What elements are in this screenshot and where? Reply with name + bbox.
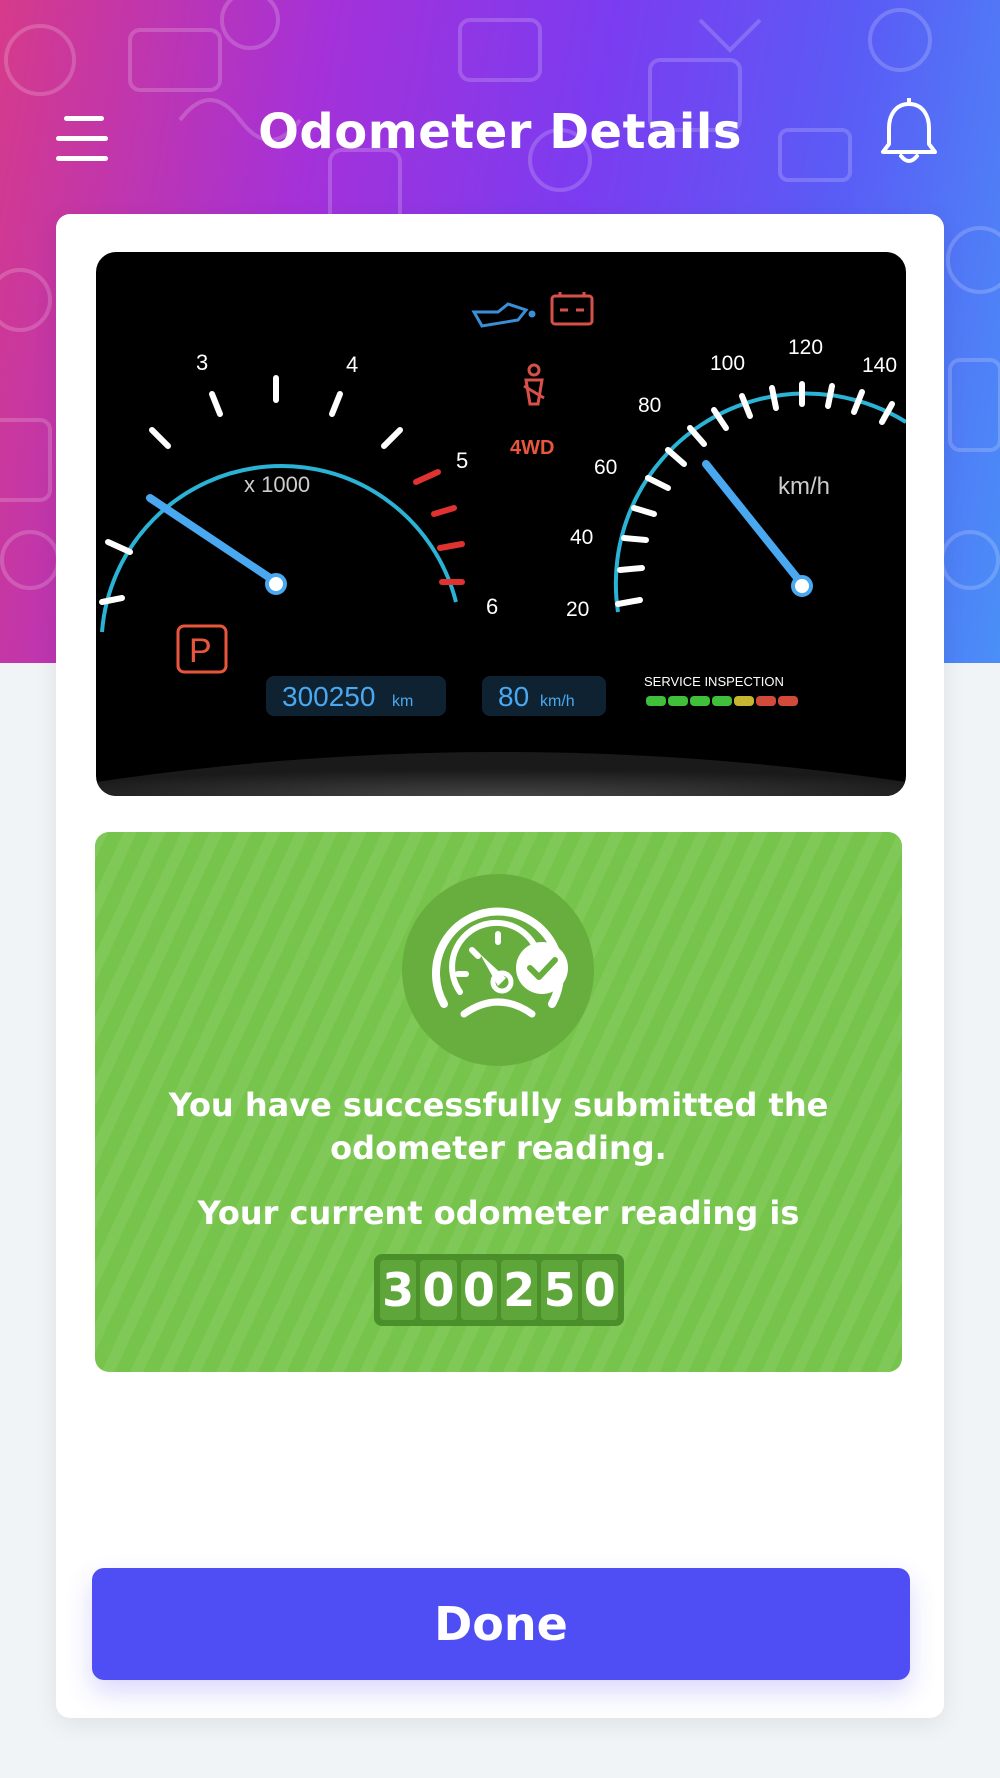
success-message: You have successfully submitted the odom… bbox=[168, 1086, 829, 1167]
reading-digit: 0 bbox=[420, 1260, 457, 1320]
speed-label-20: 20 bbox=[566, 598, 589, 621]
speed-label-40: 40 bbox=[570, 526, 593, 549]
menu-icon[interactable] bbox=[56, 116, 112, 162]
service-level-segment bbox=[712, 696, 732, 706]
dash-odometer-value: 300250 bbox=[282, 681, 375, 712]
speed-label-80: 80 bbox=[638, 394, 661, 417]
tachometer-gauge: 3 4 5 6 x 1000 bbox=[99, 350, 498, 633]
speed-label-100: 100 bbox=[710, 352, 745, 375]
tach-label-3: 3 bbox=[196, 350, 208, 375]
dash-speed-unit: km/h bbox=[540, 693, 575, 710]
reading-caption: Your current odometer reading is bbox=[197, 1194, 800, 1232]
reading-digit: 0 bbox=[460, 1260, 497, 1320]
tach-label-5: 5 bbox=[456, 448, 468, 473]
tach-label-6: 6 bbox=[486, 594, 498, 619]
gear-indicator: P bbox=[189, 632, 212, 670]
main-card: 3 4 5 6 x 1000 4WD 20 40 60 80 100 120 1… bbox=[56, 214, 944, 1718]
seatbelt-warning-icon bbox=[523, 363, 545, 406]
reading-digit: 3 bbox=[380, 1260, 417, 1320]
tach-unit: x 1000 bbox=[244, 472, 310, 497]
dash-speed-value: 80 bbox=[498, 681, 529, 712]
odometer-reading-display: 3 0 0 2 5 0 bbox=[374, 1254, 624, 1326]
speed-label-60: 60 bbox=[594, 456, 617, 479]
service-inspection-bar bbox=[646, 696, 798, 706]
reading-digit: 0 bbox=[581, 1260, 618, 1320]
dashboard-image: 3 4 5 6 x 1000 4WD 20 40 60 80 100 120 1… bbox=[96, 252, 906, 796]
tach-label-4: 4 bbox=[346, 352, 358, 377]
success-panel: You have successfully submitted the odom… bbox=[95, 832, 902, 1372]
service-inspection-label: SERVICE INSPECTION bbox=[644, 674, 784, 689]
service-level-segment bbox=[778, 696, 798, 706]
tachometer-needle bbox=[146, 494, 280, 586]
speedometer-gauge: 20 40 60 80 100 120 140 km/h bbox=[566, 336, 906, 621]
bell-icon[interactable] bbox=[878, 98, 940, 168]
battery-warning-icon bbox=[550, 292, 594, 326]
oil-warning-icon bbox=[471, 302, 536, 328]
speed-label-140: 140 bbox=[862, 354, 897, 377]
service-level-segment bbox=[646, 696, 666, 706]
service-level-segment bbox=[668, 696, 688, 706]
service-level-segment bbox=[690, 696, 710, 706]
page-title: Odometer Details bbox=[258, 104, 742, 160]
4wd-indicator: 4WD bbox=[510, 437, 554, 459]
dash-odometer-unit: km bbox=[392, 693, 413, 710]
service-level-segment bbox=[756, 696, 776, 706]
speed-unit: km/h bbox=[778, 473, 830, 500]
reading-digit: 2 bbox=[500, 1260, 538, 1320]
speedometer-check-icon bbox=[432, 907, 568, 1018]
done-button[interactable]: Done bbox=[92, 1568, 910, 1680]
speed-label-120: 120 bbox=[788, 336, 823, 359]
success-badge bbox=[402, 874, 594, 1066]
service-level-segment bbox=[734, 696, 754, 706]
reading-digit: 5 bbox=[541, 1260, 578, 1320]
